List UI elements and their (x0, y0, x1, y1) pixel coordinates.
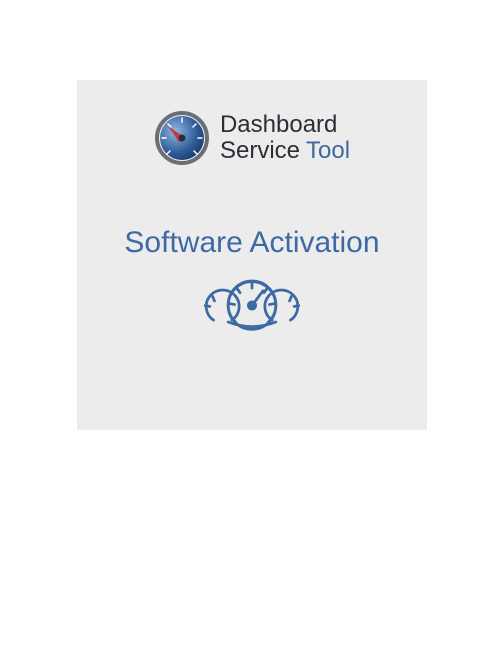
brand-line2: Service Tool (220, 138, 350, 164)
product-title: Software Activation (97, 226, 407, 260)
dashboard-cluster-icon (197, 278, 307, 333)
brand-logo-row: Dashboard Service Tool (97, 110, 407, 166)
speedometer-icon (154, 110, 210, 166)
brand-line1: Dashboard (220, 112, 337, 138)
brand-name: Dashboard Service Tool (220, 112, 350, 165)
brand-word-tool: Tool (306, 138, 350, 164)
dashboard-cluster-wrapper (97, 278, 407, 333)
brand-word-service: Service (220, 138, 300, 164)
product-card: Dashboard Service Tool Software Activati… (77, 80, 427, 430)
